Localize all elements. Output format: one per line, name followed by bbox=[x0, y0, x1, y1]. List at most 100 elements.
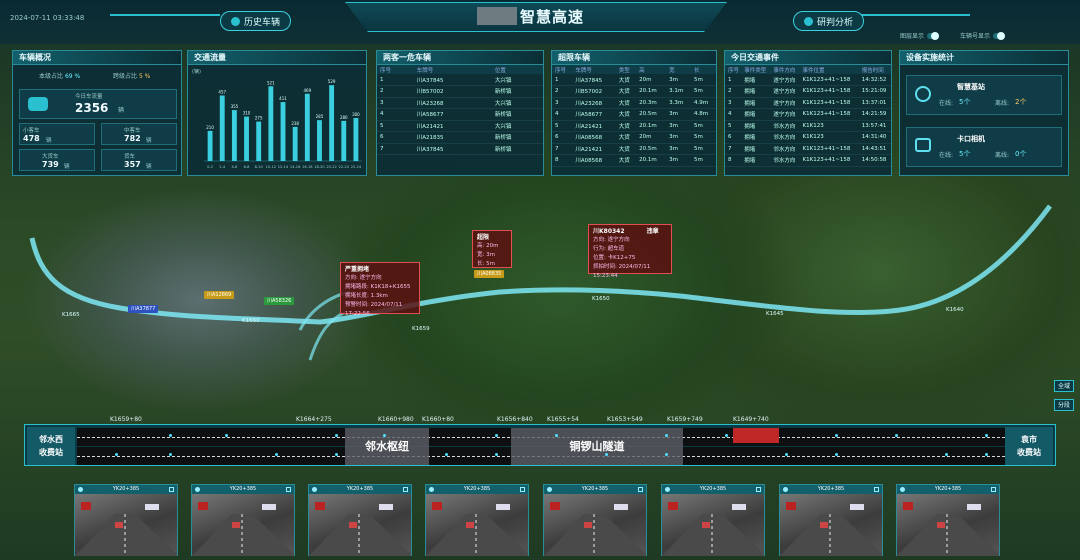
vehicle-tag[interactable]: 川A58326 bbox=[264, 297, 295, 305]
expand-icon[interactable] bbox=[991, 487, 996, 492]
expand-icon[interactable] bbox=[874, 487, 879, 492]
flow-bar[interactable] bbox=[244, 116, 249, 161]
overlimit-popup[interactable]: 超限 高: 20m 宽: 3m 长: 5m bbox=[472, 230, 512, 268]
flow-bar[interactable] bbox=[341, 120, 347, 161]
detector-dot[interactable] bbox=[495, 453, 498, 456]
table-row[interactable]: 3 拥堵 遂宁方向 K1K123+41~158 13:37:01 bbox=[725, 97, 891, 109]
expand-icon[interactable] bbox=[638, 487, 643, 492]
flow-bar[interactable] bbox=[256, 121, 262, 161]
table-row[interactable]: 4 川A58677 新桥镇 bbox=[377, 108, 543, 121]
history-vehicles-button[interactable]: 历史车辆 bbox=[220, 11, 292, 31]
table-row[interactable]: 1 川A37845 大兴镇 bbox=[377, 74, 543, 86]
camera-feed[interactable] bbox=[75, 494, 177, 556]
vehicle-tag[interactable]: 川A12869 bbox=[204, 291, 235, 299]
camera-feed[interactable] bbox=[544, 494, 646, 556]
table-row[interactable]: 6 川A21835 新桥镇 bbox=[377, 131, 543, 144]
congestion-marker[interactable] bbox=[733, 428, 779, 443]
camera-thumbnail[interactable]: YK20+385 bbox=[74, 484, 178, 556]
flow-bar[interactable] bbox=[268, 86, 274, 161]
detector-dot[interactable] bbox=[665, 434, 668, 437]
camera-feed[interactable] bbox=[309, 494, 411, 556]
flow-bar[interactable] bbox=[219, 95, 225, 161]
camera-feed[interactable] bbox=[897, 494, 999, 556]
table-row[interactable]: 5 拥堵 邻水方向 K1K123 13:57:41 bbox=[725, 120, 891, 132]
segment-label[interactable]: 邻水枢纽 bbox=[345, 425, 429, 467]
flow-bar[interactable] bbox=[280, 102, 286, 161]
congestion-popup[interactable]: 严重拥堵 方向: 遂宁方向 拥堵路段: K1K18+K1655 拥堵长度: 1.… bbox=[340, 262, 420, 317]
detector-dot[interactable] bbox=[945, 453, 948, 456]
camera-thumbnail[interactable]: YK20+385 bbox=[661, 484, 765, 556]
expand-icon[interactable] bbox=[520, 487, 525, 492]
detector-dot[interactable] bbox=[495, 434, 498, 437]
expand-icon[interactable] bbox=[169, 487, 174, 492]
table-row[interactable]: 8 拥堵 邻水方向 K1K123+41~158 14:50:58 bbox=[725, 154, 891, 167]
table-row[interactable]: 7 拥堵 邻水方向 K1K123+41~158 14:43:51 bbox=[725, 143, 891, 155]
detector-dot[interactable] bbox=[169, 453, 172, 456]
vehicle-tag[interactable]: 川A37877 bbox=[128, 305, 159, 313]
flow-bar[interactable] bbox=[207, 130, 213, 161]
detector-dot[interactable] bbox=[335, 434, 338, 437]
table-row[interactable]: 8 川A08568 大货 20.1m 3m 5m bbox=[552, 154, 716, 167]
flow-bar[interactable] bbox=[329, 85, 335, 161]
table-row[interactable]: 2 川B57002 大货 20.1m 3.1m 5m bbox=[552, 85, 716, 98]
camera-feed[interactable] bbox=[192, 494, 294, 556]
detector-dot[interactable] bbox=[225, 434, 228, 437]
camera-thumbnail[interactable]: YK20+385 bbox=[191, 484, 295, 556]
detector-dot[interactable] bbox=[335, 453, 338, 456]
detector-dot[interactable] bbox=[725, 434, 728, 437]
detector-dot[interactable] bbox=[169, 434, 172, 437]
detector-dot[interactable] bbox=[785, 453, 788, 456]
detector-dot[interactable] bbox=[115, 453, 118, 456]
toggle-layer[interactable]: 图层显示 bbox=[900, 31, 940, 40]
segment-label[interactable]: 铜锣山隧道 bbox=[511, 425, 683, 467]
table-row[interactable]: 2 川B57002 新桥镇 bbox=[377, 85, 543, 98]
table-row[interactable]: 7 川A37845 新桥镇 bbox=[377, 143, 543, 155]
detector-dot[interactable] bbox=[985, 434, 988, 437]
table-row[interactable]: 5 川A21421 大货 20.1m 3m 5m bbox=[552, 120, 716, 132]
analysis-button[interactable]: 研判分析 bbox=[793, 11, 865, 31]
table-row[interactable]: 6 拥堵 邻水方向 K1K123 14:31:40 bbox=[725, 131, 891, 144]
detector-dot[interactable] bbox=[985, 453, 988, 456]
toggle-switch[interactable] bbox=[993, 31, 1006, 40]
camera-feed[interactable] bbox=[780, 494, 882, 556]
detector-dot[interactable] bbox=[383, 434, 386, 437]
view-all-button[interactable]: 全域 bbox=[1054, 380, 1074, 392]
camera-feed[interactable] bbox=[662, 494, 764, 556]
toggle-switch[interactable] bbox=[927, 31, 940, 40]
table-row[interactable]: 5 川A21421 大兴镇 bbox=[377, 120, 543, 132]
detector-dot[interactable] bbox=[555, 434, 558, 437]
detector-dot[interactable] bbox=[445, 453, 448, 456]
detector-dot[interactable] bbox=[835, 434, 838, 437]
detector-dot[interactable] bbox=[895, 434, 898, 437]
table-row[interactable]: 3 川A23268 大兴镇 bbox=[377, 97, 543, 109]
table-row[interactable]: 7 川A21421 大货 20.5m 3m 5m bbox=[552, 143, 716, 155]
violation-popup[interactable]: 川K80342 违章 方向: 遂宁方向 行为: 超车道 位置: 卡K12+75 … bbox=[588, 224, 672, 279]
right-toll-station[interactable]: 袁市 收费站 bbox=[1005, 427, 1053, 465]
camera-thumbnail[interactable]: YK20+385 bbox=[425, 484, 529, 556]
left-toll-station[interactable]: 邻水西 收费站 bbox=[27, 427, 75, 465]
table-row[interactable]: 1 川A37845 大货 20m 3m 5m bbox=[552, 74, 716, 86]
detector-dot[interactable] bbox=[605, 453, 608, 456]
flow-bar[interactable] bbox=[304, 93, 310, 161]
table-row[interactable]: 6 川A08568 大货 20m 3m 5m bbox=[552, 131, 716, 144]
view-segment-button[interactable]: 分段 bbox=[1054, 399, 1074, 411]
flow-bar[interactable] bbox=[317, 120, 322, 161]
detector-dot[interactable] bbox=[835, 453, 838, 456]
flow-bar[interactable] bbox=[231, 110, 237, 161]
camera-thumbnail[interactable]: YK20+385 bbox=[779, 484, 883, 556]
detector-dot[interactable] bbox=[275, 453, 278, 456]
flow-bar[interactable] bbox=[292, 126, 298, 161]
camera-thumbnail[interactable]: YK20+385 bbox=[896, 484, 1000, 556]
expand-icon[interactable] bbox=[403, 487, 408, 492]
toggle-plate[interactable]: 车辆号显示 bbox=[960, 31, 1006, 40]
table-row[interactable]: 3 川A23268 大货 20.3m 3.3m 4.9m bbox=[552, 97, 716, 109]
camera-thumbnail[interactable]: YK20+385 bbox=[308, 484, 412, 556]
camera-feed[interactable] bbox=[426, 494, 528, 556]
detector-dot[interactable] bbox=[665, 453, 668, 456]
table-row[interactable]: 2 拥堵 遂宁方向 K1K123+41~158 15:21:09 bbox=[725, 85, 891, 98]
table-row[interactable]: 4 川A58677 大货 20.5m 3m 4.8m bbox=[552, 108, 716, 121]
table-row[interactable]: 1 拥堵 遂宁方向 K1K123+41~158 14:32:52 bbox=[725, 74, 891, 86]
overlimit-plate-tag[interactable]: 川A08835 bbox=[474, 270, 505, 278]
flow-bar[interactable] bbox=[353, 118, 359, 161]
table-row[interactable]: 4 拥堵 遂宁方向 K1K123+41~158 14:21:59 bbox=[725, 108, 891, 121]
